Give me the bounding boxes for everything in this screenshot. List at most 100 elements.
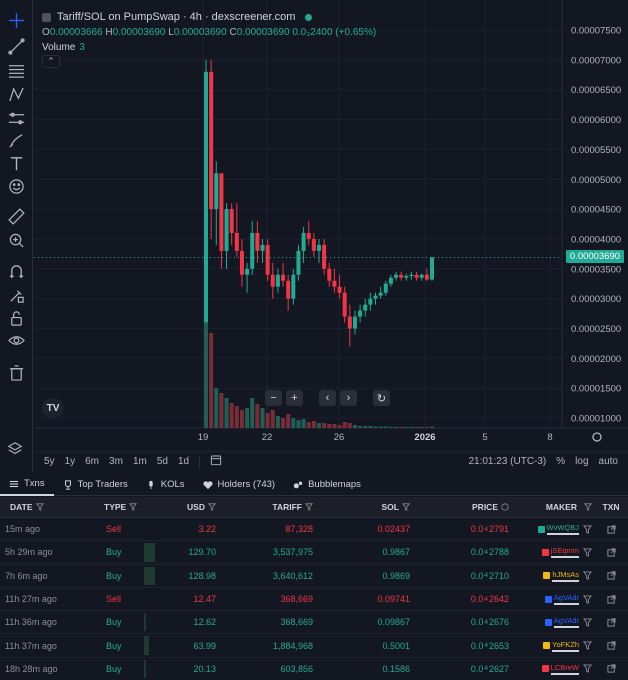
timeframe-5d[interactable]: 5d: [157, 456, 168, 467]
maker-link[interactable]: jSEqmm: [541, 546, 579, 559]
layers-icon[interactable]: [7, 441, 23, 462]
filter-icon[interactable]: [583, 641, 592, 650]
forecast-icon[interactable]: [6, 108, 26, 128]
collapse-legend-button[interactable]: ⌃: [42, 55, 60, 68]
emoji-icon[interactable]: [6, 176, 26, 196]
filter-icon[interactable]: [583, 548, 592, 557]
header-date[interactable]: DATE: [0, 497, 84, 517]
volume-bar: [394, 426, 399, 428]
filter-icon[interactable]: [583, 664, 592, 674]
timeframe-1y[interactable]: 1y: [65, 456, 76, 467]
volume-bar: [265, 413, 270, 428]
crosshair-icon[interactable]: [6, 10, 26, 30]
log-toggle[interactable]: log: [575, 456, 588, 467]
external-link-icon[interactable]: [606, 525, 616, 534]
tab-holders[interactable]: Holders (743): [194, 474, 285, 496]
tradingview-logo-icon[interactable]: TV: [42, 398, 64, 418]
magnet-icon[interactable]: [6, 261, 26, 281]
timeframe-5y[interactable]: 5y: [44, 456, 55, 467]
table-row[interactable]: 11h 36m ago Buy 12.62 368,669 0.09867 0.…: [0, 611, 628, 635]
candlestick-chart[interactable]: 0.00007500 0.00007000 0.00006500 0.00006000…: [34, 0, 628, 450]
table-row[interactable]: 11h 37m ago Buy 63.99 1,884,968 0.5001 0…: [0, 634, 628, 658]
table-row[interactable]: 18h 28m ago Buy 20.13 603,856 0.1586 0.0…: [0, 658, 628, 680]
table-row[interactable]: 11h 27m ago Sell 12.47 368,669 0.09741 0…: [0, 588, 628, 612]
header-price[interactable]: PRICE: [413, 497, 512, 517]
clock-time[interactable]: 21:01:23 (UTC-3): [468, 456, 546, 467]
price-axis-label: 0.00001000: [571, 414, 621, 425]
maker-link[interactable]: LCBreW: [541, 663, 579, 675]
trend-line-icon[interactable]: [6, 36, 26, 56]
external-link-icon[interactable]: [606, 618, 616, 627]
row-usd: 3.22: [198, 524, 216, 535]
percent-toggle[interactable]: %: [556, 456, 565, 467]
external-link-icon[interactable]: [606, 641, 616, 650]
zoom-in-icon[interactable]: [6, 230, 26, 250]
maker-link[interactable]: WvWQBJ: [537, 523, 579, 536]
zoom-out-button[interactable]: −: [265, 390, 282, 406]
current-price-label: 0.00003690: [566, 250, 624, 263]
timeframe-6m[interactable]: 6m: [85, 456, 99, 467]
date-range-icon[interactable]: [210, 454, 222, 469]
candle-body: [332, 280, 337, 287]
header-sol[interactable]: SOL: [316, 497, 413, 517]
maker-link[interactable]: AgVAdr: [544, 593, 579, 606]
header-type[interactable]: TYPE: [84, 497, 144, 517]
volume-bar: [388, 426, 393, 428]
row-type: Buy: [106, 547, 122, 558]
volume-bar: [204, 323, 208, 428]
zoom-in-button[interactable]: +: [286, 390, 303, 406]
external-link-icon[interactable]: [606, 571, 616, 580]
row-usd: 20.13: [144, 658, 219, 680]
ruler-icon[interactable]: [6, 206, 26, 226]
filter-icon[interactable]: [583, 594, 592, 604]
volume-bar: [281, 418, 286, 428]
table-row[interactable]: 15m ago Sell 3.22 87,328 0.02437 0.0 4 279…: [0, 518, 628, 542]
filter-icon[interactable]: [583, 525, 592, 534]
usd-volume-bar: [144, 613, 146, 632]
external-link-icon[interactable]: [606, 548, 616, 557]
tab-top-traders[interactable]: Top Traders: [54, 474, 137, 496]
maker-avatar-icon: [544, 595, 552, 603]
maker-link[interactable]: YoFKZh: [543, 640, 579, 652]
timeframe-1m[interactable]: 1m: [133, 456, 147, 467]
scroll-right-button[interactable]: ›: [340, 390, 357, 406]
table-row[interactable]: 5h 29m ago Buy 129.70 3,537,975 0.9867 0…: [0, 541, 628, 565]
eye-icon[interactable]: [6, 330, 26, 350]
row-price: 0.0 4 2788: [470, 547, 509, 558]
fib-retracement-icon[interactable]: [6, 60, 26, 80]
candle-body: [383, 283, 388, 293]
timeframe-1d[interactable]: 1d: [178, 456, 189, 467]
external-link-icon[interactable]: [606, 594, 616, 604]
candle-body: [394, 274, 399, 278]
price-axis-label: 0.00006000: [571, 115, 621, 126]
maker-link[interactable]: AgVAdr: [544, 616, 579, 629]
header-usd[interactable]: USD: [144, 497, 219, 517]
auto-toggle[interactable]: auto: [599, 456, 618, 467]
table-row[interactable]: 7h 6m ago Buy 128.98 3,640,612 0.9869 0.…: [0, 565, 628, 588]
pattern-icon[interactable]: [6, 84, 26, 104]
tab-bubblemaps[interactable]: Bubblemaps: [284, 474, 370, 496]
header-tariff[interactable]: TARIFF: [219, 497, 316, 517]
lock-icon[interactable]: [6, 308, 26, 328]
chart-area[interactable]: 0.00007500 0.00007000 0.00006500 0.00006000…: [0, 0, 628, 472]
filter-icon[interactable]: [583, 618, 592, 627]
row-maker: hJMsAs: [512, 565, 594, 587]
timeframe-3m[interactable]: 3m: [109, 456, 123, 467]
header-maker[interactable]: MAKER: [512, 497, 594, 517]
brush-icon[interactable]: [6, 130, 26, 150]
usd-volume-bar: [144, 543, 155, 562]
maker-link[interactable]: hJMsAs: [543, 570, 579, 582]
filter-icon[interactable]: [583, 571, 592, 581]
time-axis-label: 8: [547, 432, 552, 443]
tab-txns[interactable]: Txns: [0, 474, 54, 496]
tab-kols[interactable]: KOLs: [137, 474, 194, 496]
scroll-left-button[interactable]: ‹: [319, 390, 336, 406]
text-icon[interactable]: [6, 153, 26, 173]
candle-body: [296, 250, 301, 275]
trash-icon[interactable]: [6, 362, 26, 382]
volume-bar: [234, 406, 239, 428]
reset-chart-button[interactable]: ↻: [373, 390, 390, 406]
external-link-icon[interactable]: [606, 664, 616, 674]
volume-bar: [358, 426, 363, 428]
lock-drawing-icon[interactable]: [6, 285, 26, 305]
